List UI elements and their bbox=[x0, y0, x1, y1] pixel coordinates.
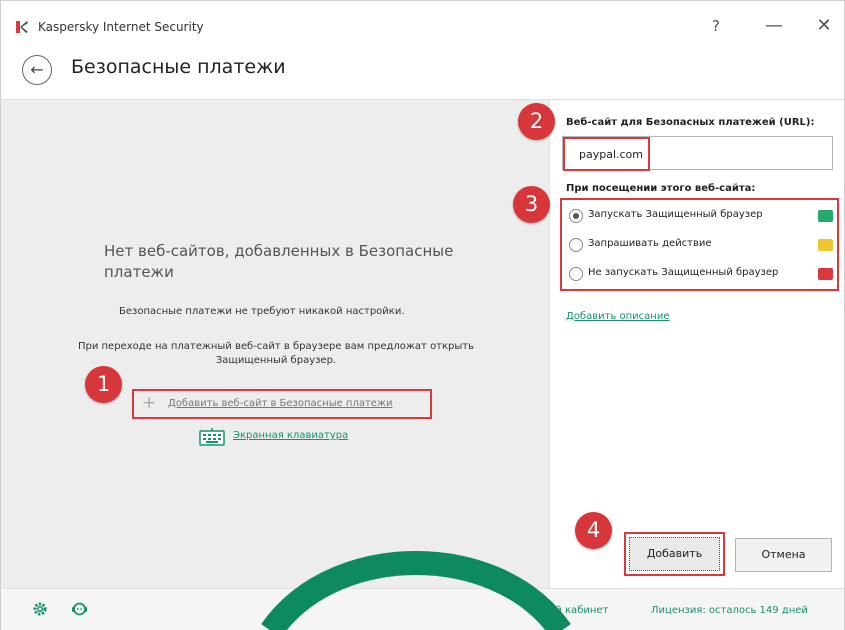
protected-browser-red-icon bbox=[818, 268, 833, 280]
cancel-button[interactable]: Отмена bbox=[735, 538, 832, 572]
back-button[interactable]: ← bbox=[22, 55, 52, 85]
url-input-value[interactable]: paypal.com bbox=[563, 137, 650, 171]
protected-browser-yellow-icon bbox=[818, 239, 833, 251]
radio-do-not-run-browser[interactable] bbox=[569, 267, 583, 281]
app-window: Kaspersky Internet Security ? — ✕ ← Безо… bbox=[0, 0, 845, 630]
radio-run-protected-browser[interactable] bbox=[569, 209, 583, 223]
radio-ask-action[interactable] bbox=[569, 238, 583, 252]
visit-action-options: Запускать Защищенный браузер Запрашивать… bbox=[560, 198, 839, 291]
help-button[interactable]: ? bbox=[701, 13, 731, 39]
title-bar: Kaspersky Internet Security ? — ✕ bbox=[1, 1, 844, 45]
plus-icon: + bbox=[142, 393, 157, 413]
license-status-link[interactable]: Лицензия: осталось 149 дней bbox=[651, 605, 808, 616]
option-ask-action[interactable]: Запрашивать действие bbox=[562, 232, 837, 260]
keyboard-icon bbox=[199, 428, 225, 446]
browser-hint-text: При переходе на платежный веб-сайт в бра… bbox=[77, 341, 475, 366]
empty-state-description: Безопасные платежи не требуют никакой на… bbox=[119, 306, 405, 317]
protected-browser-green-icon bbox=[818, 210, 833, 222]
step-marker-1: 1 bbox=[85, 366, 122, 403]
empty-state-title: Нет веб-сайтов, добавленных в Безопасные… bbox=[104, 242, 454, 281]
add-description-link[interactable]: Добавить описание bbox=[566, 311, 670, 322]
websites-list-panel: Нет веб-сайтов, добавленных в Безопасные… bbox=[1, 100, 549, 588]
kaspersky-logo-icon bbox=[16, 21, 28, 33]
option-label: Не запускать Защищенный браузер bbox=[588, 267, 779, 278]
add-button-highlight: Добавить bbox=[624, 532, 725, 576]
step-marker-4: 4 bbox=[575, 512, 612, 549]
support-icon[interactable] bbox=[71, 601, 88, 617]
step-marker-2: 2 bbox=[518, 103, 555, 140]
close-button[interactable]: ✕ bbox=[809, 13, 839, 39]
option-run-protected-browser[interactable]: Запускать Защищенный браузер bbox=[562, 203, 837, 231]
page-title: Безопасные платежи bbox=[71, 56, 286, 78]
on-screen-keyboard-label: Экранная клавиатура bbox=[233, 430, 349, 441]
step-marker-3: 3 bbox=[513, 186, 550, 223]
page-header: ← Безопасные платежи bbox=[1, 45, 844, 99]
add-website-link[interactable]: + Добавить веб-сайт в Безопасные платежи bbox=[132, 389, 432, 419]
url-field-label: Веб-сайт для Безопасных платежей (URL): bbox=[566, 117, 815, 128]
arrow-left-icon: ← bbox=[30, 60, 44, 79]
option-label: Запрашивать действие bbox=[588, 238, 712, 249]
app-title: Kaspersky Internet Security bbox=[38, 20, 204, 34]
add-button[interactable]: Добавить bbox=[629, 537, 720, 571]
option-label: Запускать Защищенный браузер bbox=[588, 209, 763, 220]
visit-action-label: При посещении этого веб-сайта: bbox=[566, 183, 756, 194]
add-website-label: Добавить веб-сайт в Безопасные платежи bbox=[168, 398, 393, 409]
minimize-button[interactable]: — bbox=[759, 13, 789, 39]
option-do-not-run-browser[interactable]: Не запускать Защищенный браузер bbox=[562, 261, 837, 289]
decorative-arc bbox=[261, 551, 571, 630]
url-input-field[interactable]: paypal.com bbox=[562, 136, 833, 171]
gear-icon[interactable] bbox=[32, 601, 48, 617]
